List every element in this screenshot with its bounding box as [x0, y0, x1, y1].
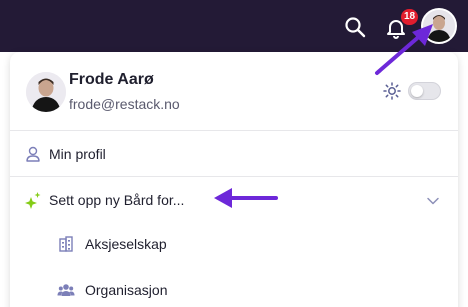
building-icon: [59, 236, 73, 252]
setup-new-board-label: Sett opp ny Bård for...: [49, 192, 185, 208]
divider: [10, 130, 458, 131]
divider: [10, 176, 458, 177]
user-icon: [26, 146, 40, 162]
avatar: [423, 10, 455, 42]
my-profile-label: Min profil: [49, 146, 106, 162]
notification-count-badge: 18: [401, 9, 419, 25]
sub-item-aksjeselskap[interactable]: Aksjeselskap: [10, 224, 458, 264]
sub-item-label: Organisasjon: [85, 282, 168, 298]
user-name: Frode Aarø: [69, 71, 154, 88]
users-icon: [57, 284, 75, 296]
sub-item-label: Aksjeselskap: [85, 236, 167, 252]
my-profile-menu-item[interactable]: Min profil: [10, 134, 458, 174]
sub-item-organisasjon[interactable]: Organisasjon: [10, 270, 458, 307]
user-menu-dropdown: Frode Aarø frode@restack.no Min profil S…: [10, 52, 458, 307]
dark-mode-toggle[interactable]: [408, 82, 441, 100]
toggle-knob: [411, 85, 423, 97]
user-header: Frode Aarø frode@restack.no: [10, 52, 458, 130]
sun-icon: [383, 82, 401, 100]
chevron-down-icon[interactable]: [426, 194, 440, 208]
user-email: frode@restack.no: [69, 96, 180, 112]
search-icon[interactable]: [344, 16, 366, 38]
avatar: [26, 72, 66, 112]
setup-new-board-menu-item[interactable]: Sett opp ny Bård for...: [10, 180, 458, 220]
top-navigation-bar: 18: [0, 0, 468, 52]
sparkle-icon: [25, 192, 41, 209]
user-avatar-button[interactable]: [421, 8, 457, 44]
